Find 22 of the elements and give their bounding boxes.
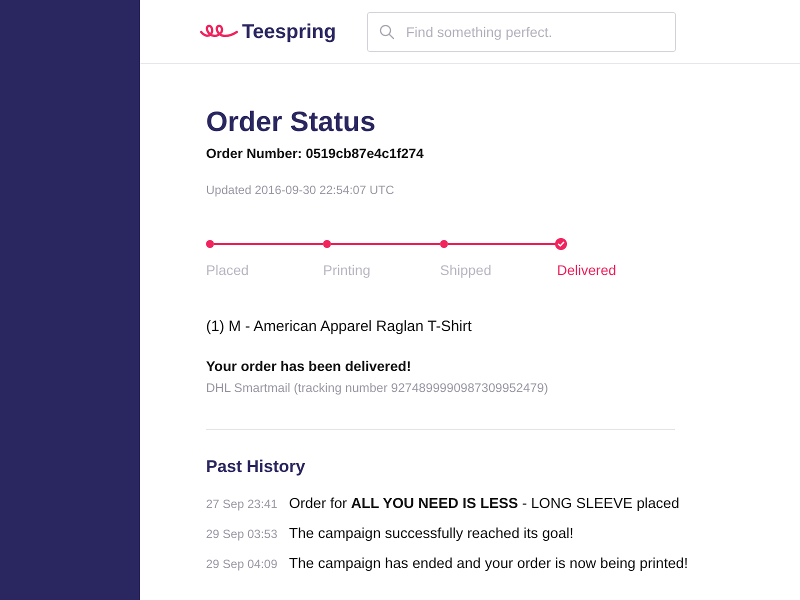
step-label: Placed xyxy=(206,262,249,278)
order-number: Order Number: 0519cb87e4c1f274 xyxy=(206,145,424,163)
logo-text: Teespring xyxy=(242,22,336,42)
history-entry: Order for ALL YOU NEED IS LESS - LONG SLEEVE placed xyxy=(289,495,680,514)
teespring-logo[interactable]: Teespring xyxy=(200,22,336,42)
history-time: 29 Sep 03:53 xyxy=(206,526,278,543)
step-label: Shipped xyxy=(440,262,492,278)
history-entry: The campaign successfully reached its goal! xyxy=(289,525,574,544)
history-time: 27 Sep 23:41 xyxy=(206,496,278,513)
order-item: (1) M - American Apparel Raglan T-Shirt xyxy=(206,317,472,337)
section-heading: Past History xyxy=(206,456,306,478)
step-label: Printing xyxy=(323,262,370,278)
updated-timestamp: Updated 2016-09-30 22:54:07 UTC xyxy=(206,183,394,197)
squiggle-logo-icon xyxy=(200,23,238,40)
history-time: 29 Sep 04:09 xyxy=(206,556,278,573)
delivery-message: Your order has been delivered! xyxy=(206,357,412,375)
step-label: Delivered xyxy=(557,262,616,278)
tracking-info: DHL Smartmail (tracking number 9274899990987309952479) xyxy=(206,381,548,395)
history-entry: The campaign has ended and your order is now being printed! xyxy=(289,555,688,574)
page-title: Order Status xyxy=(206,105,376,139)
search-icon xyxy=(379,24,395,40)
search-field[interactable]: Find something perfect. xyxy=(367,12,676,52)
